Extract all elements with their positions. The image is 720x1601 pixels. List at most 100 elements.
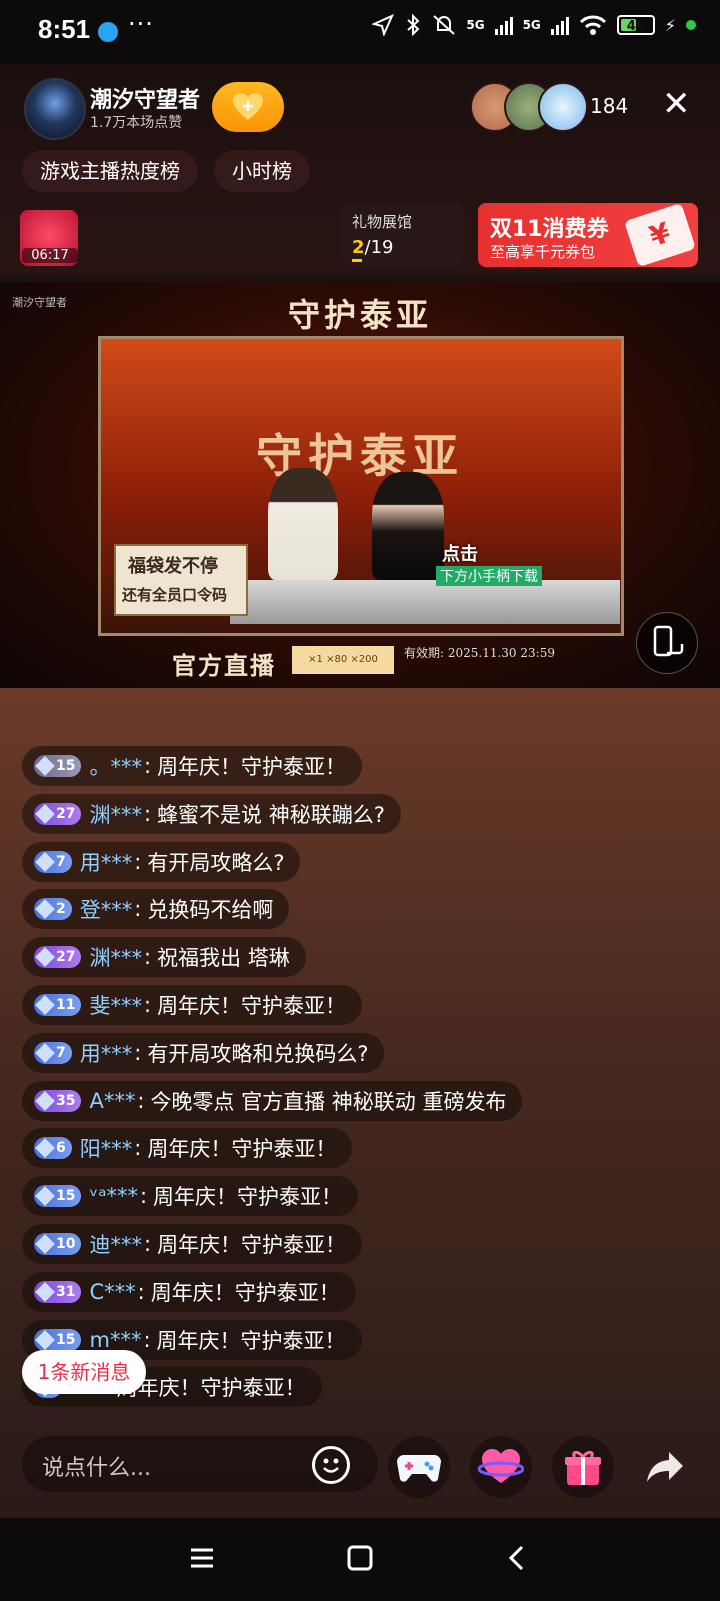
gift-hall-card[interactable]: 礼物展馆 2/19 [340, 203, 464, 265]
emoji-icon[interactable] [312, 1446, 350, 1484]
like-button[interactable] [470, 1436, 532, 1498]
status-more: ··· [128, 10, 154, 38]
comment-placeholder: 说点什么... [42, 1456, 151, 1481]
battery-icon: 46 [616, 15, 655, 35]
chat-username[interactable]: 用*** [80, 847, 133, 877]
chat-text: 周年庆！守护泰亚！ [157, 994, 347, 1018]
close-icon[interactable]: ✕ [662, 84, 691, 124]
host-avatar[interactable] [24, 78, 86, 140]
wifi-icon [579, 15, 606, 35]
signal-icon-2 [550, 15, 569, 35]
status-time: 8:51 [38, 14, 91, 44]
rank-hourly[interactable]: 小时榜 [214, 150, 310, 192]
chat-message[interactable]: 15 ᵛᵃ***: 周年庆！守护泰亚！ [22, 1176, 359, 1216]
chat-message[interactable]: 11 斐***: 周年庆！守护泰亚！ [22, 985, 363, 1025]
chat-username[interactable]: ᵛᵃ*** [89, 1184, 137, 1208]
chat-username[interactable]: 迪*** [89, 1229, 142, 1259]
status-icons: 5G 5G 46 ⚡ [372, 14, 696, 36]
level-gem-icon [35, 804, 55, 824]
chat-message[interactable]: 7 用***: 有开局攻略和兑换码么? [22, 1033, 385, 1073]
coupon-banner[interactable]: 双11消费券 至高享千元券包 ¥ [478, 203, 698, 267]
sign-left-line2: 还有全员口令码 [122, 586, 228, 604]
video-valid-date: 有效期: 2025.11.30 23:59 [404, 646, 555, 660]
user-level: 6 [56, 1140, 66, 1156]
rotate-screen-icon [653, 625, 684, 657]
user-level: 27 [56, 806, 76, 822]
chat-username[interactable]: A*** [89, 1089, 135, 1113]
chat-text: 周年庆！守护泰亚！ [150, 1281, 340, 1305]
mute-icon [433, 15, 456, 35]
chat-colon: : [139, 1184, 148, 1208]
network-5g-2: 5G [522, 18, 541, 32]
new-message-button[interactable]: 1条新消息 [22, 1350, 146, 1394]
level-gem-icon [35, 852, 55, 872]
chat-username[interactable]: 渊*** [89, 799, 142, 829]
user-level: 7 [56, 1045, 66, 1061]
chat-username[interactable]: 斐*** [89, 990, 142, 1020]
level-gem-icon [35, 899, 55, 919]
chat-text: 今晚零点 官方直播 神秘联动 重磅发布 [150, 1090, 507, 1114]
chat-text: 周年庆！守护泰亚！ [157, 1233, 347, 1257]
presenter-right [372, 472, 444, 580]
green-dot-icon [686, 20, 696, 30]
chat-message[interactable]: 31 C***: 周年庆！守护泰亚！ [22, 1272, 356, 1312]
level-gem-icon [35, 1138, 55, 1158]
share-button[interactable] [634, 1436, 696, 1498]
gift-hall-title: 礼物展馆 [352, 213, 413, 231]
coupon-ticket-icon: ¥ [624, 203, 696, 267]
chat-message[interactable]: 7 用***: 有开局攻略么? [22, 842, 301, 882]
chat-colon: : [134, 850, 142, 874]
host-likes: 1.7万本场点赞 [90, 115, 183, 131]
chat-message[interactable]: 27 渊***: 祝福我出 塔琳 [22, 937, 306, 977]
coupon-subtitle: 至高享千元券包 [490, 243, 596, 261]
user-level: 10 [56, 1236, 76, 1252]
chat-username[interactable]: m*** [89, 1328, 141, 1352]
video-screen-title: 守护泰亚 [256, 429, 464, 483]
chat-message[interactable]: 35 A***: 今晚零点 官方直播 神秘联动 重磅发布 [22, 1081, 523, 1121]
gamepad-button[interactable] [388, 1436, 450, 1498]
chat-username[interactable]: 用*** [80, 1038, 133, 1068]
lucky-bag-timer: 06:17 [22, 248, 78, 263]
share-icon [647, 1452, 683, 1482]
gift-button[interactable] [552, 1436, 614, 1498]
level-gem-icon [35, 1186, 55, 1206]
follow-button[interactable] [212, 82, 284, 132]
user-level-badge: 27 [34, 803, 82, 825]
rotate-screen-button[interactable] [636, 612, 698, 674]
menu-icon[interactable] [188, 1544, 216, 1572]
user-level-badge: 6 [34, 1137, 72, 1159]
chat-username[interactable]: 阳*** [80, 1133, 133, 1163]
viewer-count[interactable]: 184 [590, 94, 628, 118]
chat-message[interactable]: 10 迪***: 周年庆！守护泰亚！ [22, 1224, 363, 1264]
chat-colon: : [143, 993, 152, 1017]
chat-message[interactable]: 27 渊***: 蜂蜜不是说 神秘联蹦么? [22, 794, 401, 834]
host-name[interactable]: 潮汐守望者 [90, 82, 200, 114]
chat-colon: : [143, 754, 152, 778]
user-level: 11 [56, 997, 76, 1013]
charging-icon: ⚡ [664, 15, 676, 35]
app-notification-icon [98, 22, 118, 42]
chat-message[interactable]: 6 阳***: 周年庆！守护泰亚！ [22, 1128, 353, 1168]
chat-message[interactable]: 15 。***: 周年庆！守护泰亚！ [22, 746, 363, 786]
chat-text: 有开局攻略和兑换码么? [147, 1042, 369, 1066]
chat-username[interactable]: 。*** [89, 751, 142, 781]
rank-game-host[interactable]: 游戏主播热度榜 [22, 150, 198, 192]
level-gem-icon [35, 1043, 55, 1063]
chat-colon: : [143, 1328, 151, 1352]
video-rewards: ×1 ×80 ×200 [292, 646, 394, 674]
chat-username[interactable]: 登*** [80, 894, 133, 924]
gift-icon [565, 1450, 601, 1485]
user-level-badge: 31 [34, 1281, 82, 1303]
battery-level: 46 [626, 19, 645, 34]
user-level-badge: 11 [34, 994, 82, 1016]
back-icon[interactable] [504, 1544, 532, 1572]
home-icon[interactable] [346, 1544, 374, 1572]
gift-hall-current: 2 [352, 237, 365, 258]
chat-username[interactable]: 渊*** [89, 942, 142, 972]
viewer-avatar-3[interactable] [538, 82, 588, 132]
level-gem-icon [35, 1330, 55, 1350]
user-level: 7 [56, 854, 66, 870]
chat-username[interactable]: C*** [89, 1280, 135, 1304]
video-sign-right: 点击 下方小手柄下载 [436, 538, 576, 590]
chat-message[interactable]: 2 登***: 兑换码不给啊 [22, 889, 290, 929]
